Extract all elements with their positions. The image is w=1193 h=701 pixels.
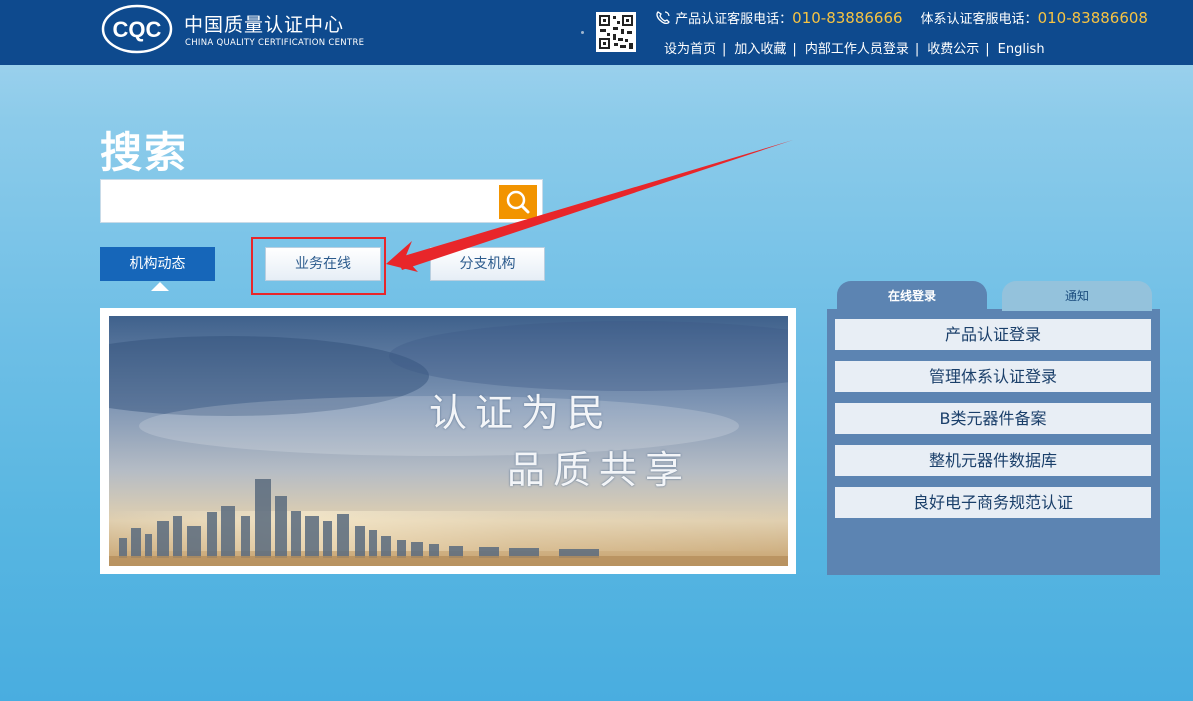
annotation-highlight-box bbox=[251, 237, 386, 295]
phone-icon bbox=[656, 11, 670, 25]
system-hotline-number: 010-83886608 bbox=[1037, 9, 1148, 27]
panel-body: 产品认证登录 管理体系认证登录 B类元器件备案 整机元器件数据库 良好电子商务规… bbox=[827, 309, 1160, 575]
online-login-panel: 产品认证登录 管理体系认证登录 B类元器件备案 整机元器件数据库 良好电子商务规… bbox=[827, 281, 1160, 575]
product-hotline-label: 产品认证客服电话： bbox=[675, 12, 793, 27]
link-set-homepage[interactable]: 设为首页 bbox=[664, 42, 716, 57]
logo-mark-text: CQC bbox=[113, 17, 162, 42]
system-hotline-label: 体系认证客服电话： bbox=[920, 12, 1038, 27]
login-ecommerce-certification[interactable]: 良好电子商务规范认证 bbox=[835, 487, 1151, 518]
banner-slogan-line1: 认证为民 bbox=[429, 391, 614, 435]
login-components-database[interactable]: 整机元器件数据库 bbox=[835, 445, 1151, 476]
login-b-class-components-filing[interactable]: B类元器件备案 bbox=[835, 403, 1151, 434]
logo-english-name: CHINA QUALITY CERTIFICATION CENTRE bbox=[185, 38, 365, 48]
login-management-system-certification[interactable]: 管理体系认证登录 bbox=[835, 361, 1151, 392]
link-separator: | bbox=[914, 42, 920, 57]
link-add-favorite[interactable]: 加入收藏 bbox=[734, 42, 786, 57]
tab-notice[interactable]: 通知 bbox=[1002, 281, 1152, 311]
link-fee-notice[interactable]: 收费公示 bbox=[927, 42, 979, 57]
separator-dot bbox=[581, 31, 584, 34]
cqc-logo-icon[interactable]: CQC bbox=[101, 4, 173, 54]
tab-org-news[interactable]: 机构动态 bbox=[100, 247, 215, 291]
link-separator: | bbox=[792, 42, 797, 57]
tab-online-login[interactable]: 在线登录 bbox=[837, 281, 987, 311]
login-product-certification[interactable]: 产品认证登录 bbox=[835, 319, 1151, 350]
search-title: 搜索 bbox=[100, 128, 189, 177]
search-box bbox=[100, 179, 543, 223]
link-separator: | bbox=[722, 42, 727, 57]
logo-chinese-name: 中国质量认证中心 bbox=[184, 14, 345, 36]
link-english[interactable]: English bbox=[998, 42, 1045, 57]
search-icon bbox=[506, 190, 530, 214]
banner-image[interactable]: 认证为民 品质共享 bbox=[109, 316, 788, 566]
tab-branch-offices[interactable]: 分支机构 bbox=[430, 247, 545, 281]
search-button[interactable] bbox=[499, 185, 537, 219]
header-links: 设为首页 | 加入收藏 | 内部工作人员登录 | 收费公示 | English bbox=[664, 38, 1045, 57]
banner-frame: 认证为民 品质共享 bbox=[100, 308, 796, 574]
search-input[interactable] bbox=[107, 186, 496, 218]
product-hotline-number: 010-83886666 bbox=[792, 9, 903, 27]
banner-slogan-line2: 品质共享 bbox=[507, 448, 692, 492]
hotline-row: 产品认证客服电话：010-83886666 体系认证客服电话：010-838866… bbox=[655, 8, 1148, 27]
link-staff-login[interactable]: 内部工作人员登录 bbox=[805, 42, 909, 57]
qr-code-icon bbox=[596, 12, 636, 52]
site-header: CQC 中国质量认证中心 CHINA QUALITY CERTIFICATION… bbox=[0, 0, 1193, 65]
link-separator: | bbox=[985, 42, 990, 57]
